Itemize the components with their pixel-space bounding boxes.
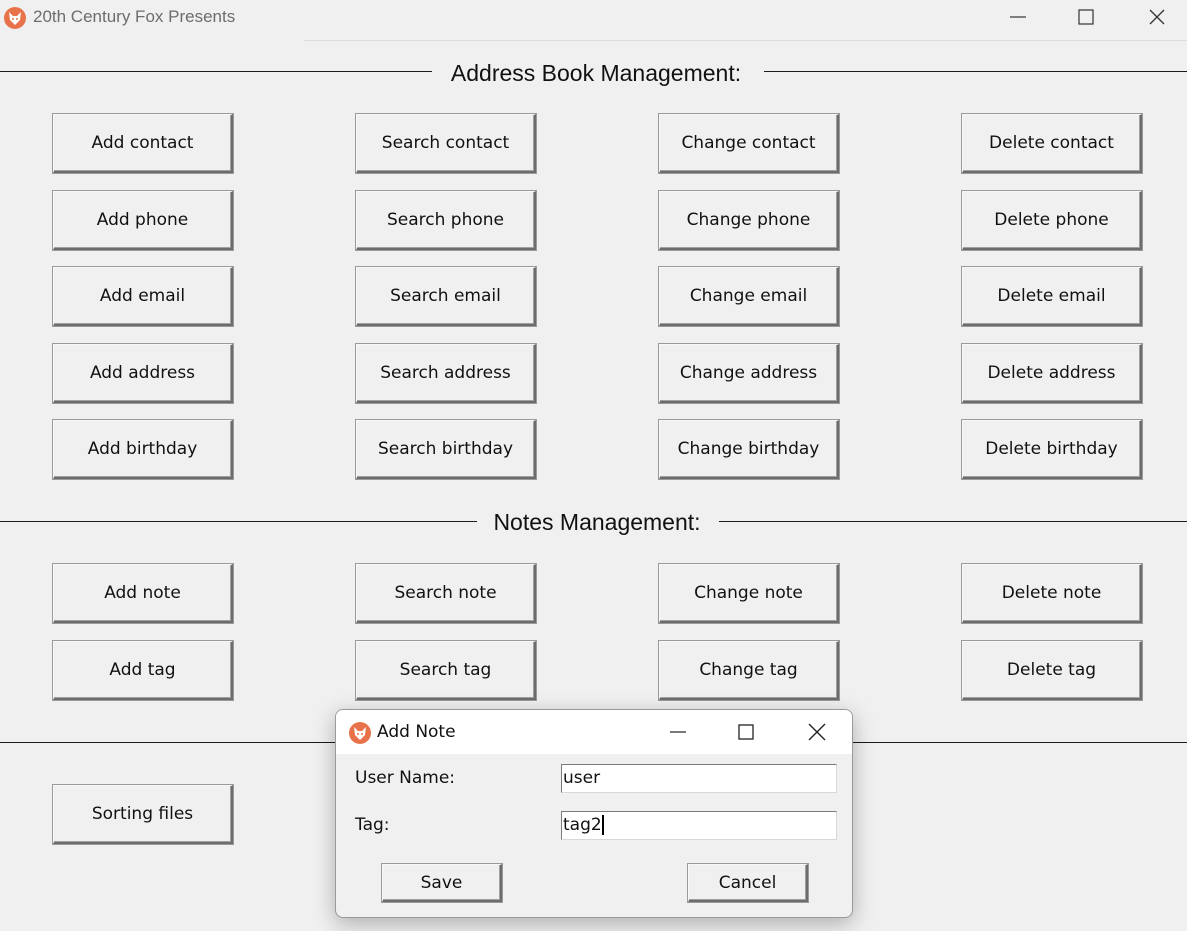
sorting-files-button[interactable]: Sorting files bbox=[53, 785, 233, 844]
maximize-icon bbox=[738, 724, 754, 740]
search-phone-button[interactable]: Search phone bbox=[356, 191, 536, 250]
change-note-button[interactable]: Change note bbox=[659, 564, 839, 623]
title-bar: 20th Century Fox Presents bbox=[0, 0, 1187, 40]
separator-line bbox=[719, 521, 1187, 522]
delete-address-button[interactable]: Delete address bbox=[962, 344, 1142, 403]
user-name-input[interactable]: user bbox=[561, 764, 837, 793]
maximize-icon bbox=[1078, 9, 1094, 25]
dialog-title-bar: Add Note bbox=[336, 710, 852, 754]
fox-app-icon bbox=[349, 722, 371, 744]
delete-email-button[interactable]: Delete email bbox=[962, 267, 1142, 326]
search-tag-button[interactable]: Search tag bbox=[356, 641, 536, 700]
change-tag-button[interactable]: Change tag bbox=[659, 641, 839, 700]
window-title: 20th Century Fox Presents bbox=[33, 7, 236, 26]
tag-value: tag2 bbox=[563, 815, 602, 835]
save-button[interactable]: Save bbox=[382, 864, 502, 902]
add-note-dialog: Add Note User Name: user Tag: tag2 Save … bbox=[335, 709, 853, 918]
user-name-value: user bbox=[563, 768, 601, 788]
title-bar-divider bbox=[304, 40, 1187, 41]
search-note-button[interactable]: Search note bbox=[356, 564, 536, 623]
separator-line bbox=[0, 71, 432, 72]
close-button[interactable] bbox=[1134, 0, 1180, 34]
text-cursor bbox=[601, 815, 604, 835]
close-icon bbox=[808, 723, 826, 741]
search-birthday-button[interactable]: Search birthday bbox=[356, 420, 536, 479]
delete-tag-button[interactable]: Delete tag bbox=[962, 641, 1142, 700]
address-book-heading: Address Book Management: bbox=[450, 60, 742, 86]
add-email-button[interactable]: Add email bbox=[53, 267, 233, 326]
delete-birthday-button[interactable]: Delete birthday bbox=[962, 420, 1142, 479]
delete-contact-button[interactable]: Delete contact bbox=[962, 114, 1142, 173]
change-birthday-button[interactable]: Change birthday bbox=[659, 420, 839, 479]
separator-line bbox=[0, 521, 477, 522]
change-contact-button[interactable]: Change contact bbox=[659, 114, 839, 173]
add-phone-button[interactable]: Add phone bbox=[53, 191, 233, 250]
cancel-button[interactable]: Cancel bbox=[688, 864, 808, 902]
change-address-button[interactable]: Change address bbox=[659, 344, 839, 403]
tag-input[interactable]: tag2 bbox=[561, 811, 837, 840]
add-address-button[interactable]: Add address bbox=[53, 344, 233, 403]
notes-heading: Notes Management: bbox=[493, 509, 701, 535]
add-contact-button[interactable]: Add contact bbox=[53, 114, 233, 173]
search-email-button[interactable]: Search email bbox=[356, 267, 536, 326]
add-birthday-button[interactable]: Add birthday bbox=[53, 420, 233, 479]
dialog-title: Add Note bbox=[377, 722, 456, 742]
fox-app-icon bbox=[4, 7, 26, 29]
minimize-icon bbox=[1010, 16, 1026, 18]
minimize-icon bbox=[670, 731, 686, 733]
tag-label: Tag: bbox=[355, 815, 390, 835]
close-icon bbox=[1149, 9, 1165, 25]
separator-line bbox=[764, 71, 1187, 72]
minimize-button[interactable] bbox=[995, 0, 1041, 34]
maximize-button[interactable] bbox=[1063, 0, 1109, 34]
add-note-button[interactable]: Add note bbox=[53, 564, 233, 623]
delete-phone-button[interactable]: Delete phone bbox=[962, 191, 1142, 250]
change-email-button[interactable]: Change email bbox=[659, 267, 839, 326]
user-name-label: User Name: bbox=[355, 768, 456, 788]
add-tag-button[interactable]: Add tag bbox=[53, 641, 233, 700]
dialog-minimize-button[interactable] bbox=[648, 714, 708, 750]
delete-note-button[interactable]: Delete note bbox=[962, 564, 1142, 623]
dialog-close-button[interactable] bbox=[787, 714, 847, 750]
search-contact-button[interactable]: Search contact bbox=[356, 114, 536, 173]
search-address-button[interactable]: Search address bbox=[356, 344, 536, 403]
dialog-maximize-button[interactable] bbox=[716, 714, 776, 750]
change-phone-button[interactable]: Change phone bbox=[659, 191, 839, 250]
